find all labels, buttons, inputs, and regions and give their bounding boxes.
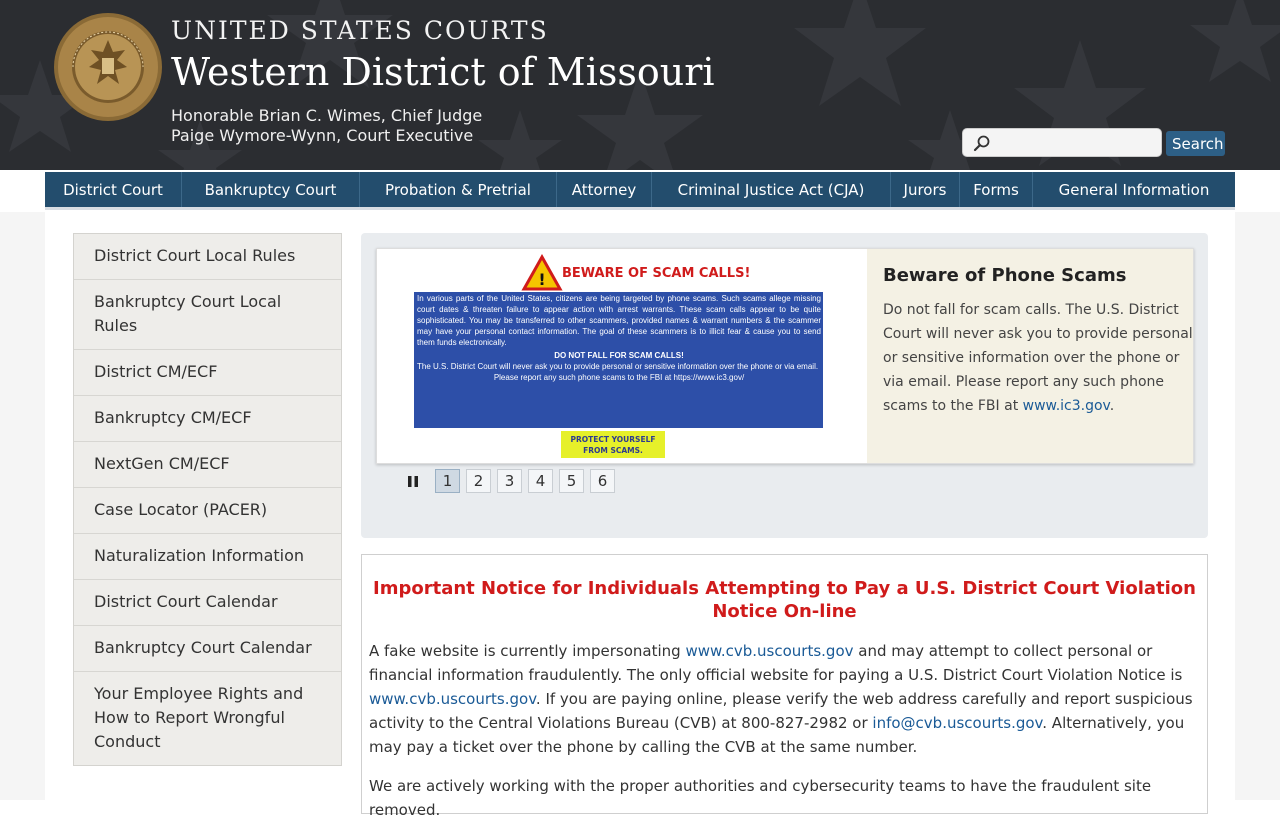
violation-notice-panel: Important Notice for Individuals Attempt…	[361, 554, 1208, 819]
slide-title[interactable]: Beware of Phone Scams	[883, 265, 1193, 286]
sidebar-item-bankruptcy-local-rules[interactable]: Bankruptcy Court Local Rules	[74, 280, 341, 350]
slide-description-end: .	[1109, 398, 1115, 414]
sidebar-item-nextgen-cmecf[interactable]: NextGen CM/ECF	[74, 442, 341, 488]
scam-body-text-2: The U.S. District Court will never ask y…	[417, 362, 819, 371]
main-navigation: District Court Bankruptcy Court Probatio…	[45, 172, 1235, 210]
slide-page-2[interactable]: 2	[466, 469, 491, 493]
cvb-link-1[interactable]: www.cvb.uscourts.gov	[685, 642, 853, 660]
sidebar-item-district-local-rules[interactable]: District Court Local Rules	[74, 234, 341, 280]
notice-text-a: A fake website is currently impersonatin…	[369, 642, 686, 660]
scam-body-text: In various parts of the United States, c…	[417, 294, 821, 347]
nav-probation-pretrial[interactable]: Probation & Pretrial	[360, 172, 557, 207]
notice-paragraph-1: A fake website is currently impersonatin…	[369, 639, 1200, 759]
protect-text-1: PROTECT YOURSELF	[571, 435, 656, 444]
notice-title: Important Notice for Individuals Attempt…	[373, 578, 1196, 622]
slide-caption: Beware of Phone Scams Do not fall for sc…	[867, 249, 1193, 463]
nav-general-information[interactable]: General Information	[1033, 172, 1235, 207]
district-title[interactable]: Western District of Missouri	[171, 50, 715, 94]
notice-paragraph-2: We are actively working with the proper …	[369, 777, 1152, 819]
slide-card[interactable]: ! BEWARE OF SCAM CALLS! In various parts…	[376, 248, 1194, 464]
sidebar-item-naturalization[interactable]: Naturalization Information	[74, 534, 341, 580]
scam-calls-image[interactable]: ! BEWARE OF SCAM CALLS! In various parts…	[377, 249, 867, 463]
protect-text-2: FROM SCAMS.	[583, 446, 643, 455]
nav-jurors[interactable]: Jurors	[891, 172, 960, 207]
sidebar-item-district-calendar[interactable]: District Court Calendar	[74, 580, 341, 626]
sidebar-item-bankruptcy-calendar[interactable]: Bankruptcy Court Calendar	[74, 626, 341, 672]
court-executive-text: Paige Wymore-Wynn, Court Executive	[171, 126, 474, 145]
scam-banner-text: BEWARE OF SCAM CALLS!	[562, 266, 750, 281]
cvb-link-2[interactable]: www.cvb.uscourts.gov	[369, 690, 536, 708]
cvb-email-link[interactable]: info@cvb.uscourts.gov	[872, 714, 1042, 732]
slide-page-6[interactable]: 6	[590, 469, 615, 493]
scam-heading-text: DO NOT FALL FOR SCAM CALLS!	[554, 351, 684, 360]
page-margin-left	[0, 212, 45, 800]
search-button[interactable]: Search	[1166, 131, 1225, 156]
search-input[interactable]	[997, 132, 1157, 154]
page-margin-right	[1235, 212, 1280, 800]
slide-description: Do not fall for scam calls. The U.S. Dis…	[883, 298, 1193, 418]
nav-criminal-justice-act[interactable]: Criminal Justice Act (CJA)	[652, 172, 891, 207]
court-seal-logo[interactable]	[53, 12, 163, 122]
nav-bankruptcy-court[interactable]: Bankruptcy Court	[182, 172, 360, 207]
chief-judge-text: Honorable Brian C. Wimes, Chief Judge	[171, 106, 483, 125]
sidebar-item-district-cmecf[interactable]: District CM/ECF	[74, 350, 341, 396]
slider-pager: 1 2 3 4 5 6	[401, 469, 621, 493]
sidebar-item-bankruptcy-cmecf[interactable]: Bankruptcy CM/ECF	[74, 396, 341, 442]
svg-text:!: !	[538, 270, 545, 289]
pause-icon	[408, 475, 418, 487]
nav-forms[interactable]: Forms	[960, 172, 1033, 207]
site-header: UNITED STATES COURTS Western District of…	[0, 0, 1280, 170]
scam-body-text-3: Please report any such phone scams to th…	[493, 373, 745, 382]
slide-page-4[interactable]: 4	[528, 469, 553, 493]
slide-page-3[interactable]: 3	[497, 469, 522, 493]
search-field[interactable]	[962, 128, 1162, 157]
pause-button[interactable]	[401, 469, 425, 493]
nav-district-court[interactable]: District Court	[45, 172, 182, 207]
sidebar-item-case-locator[interactable]: Case Locator (PACER)	[74, 488, 341, 534]
ic3-link[interactable]: www.ic3.gov	[1023, 398, 1110, 414]
slide-page-5[interactable]: 5	[559, 469, 584, 493]
search-icon	[973, 135, 990, 152]
featured-slider: ! BEWARE OF SCAM CALLS! In various parts…	[361, 233, 1208, 538]
nav-attorney[interactable]: Attorney	[557, 172, 652, 207]
sidebar-menu: District Court Local Rules Bankruptcy Co…	[73, 233, 342, 766]
agency-title: UNITED STATES COURTS	[171, 16, 549, 45]
slide-page-1[interactable]: 1	[435, 469, 460, 493]
sidebar-item-employee-rights[interactable]: Your Employee Rights and How to Report W…	[74, 672, 341, 765]
